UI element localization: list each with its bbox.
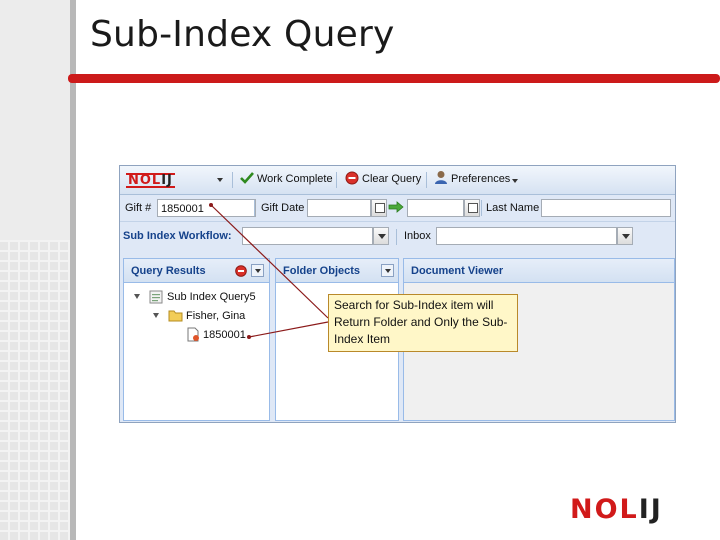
explanation-callout: Search for Sub-Index item will Return Fo… <box>328 294 518 352</box>
footer-logo-dark: IJ <box>638 494 663 525</box>
nolij-footer-logo: NOLIJ <box>570 494 663 525</box>
footer-logo-red: NOL <box>570 494 639 525</box>
callout-pointer <box>209 203 329 339</box>
